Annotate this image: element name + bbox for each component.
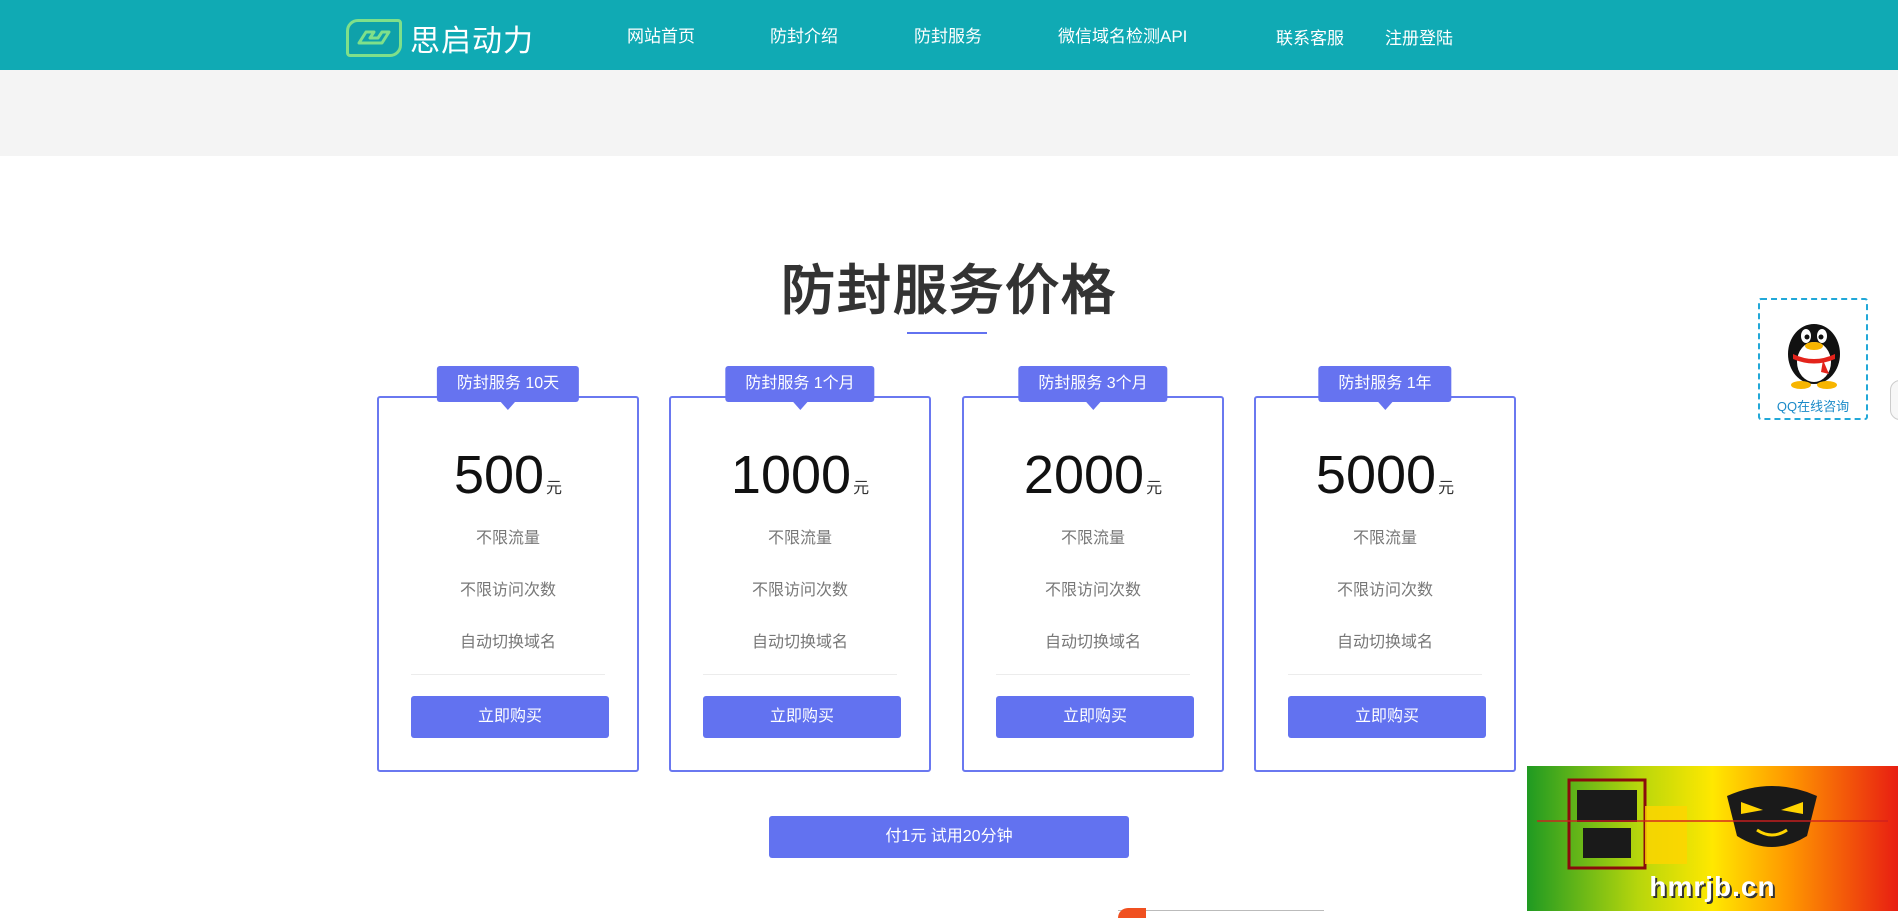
pricing-card-1-month: 防封服务 1个月 1000 元 不限流量 不限访问次数 自动切换域名 立即购买 [669, 366, 931, 772]
feature-unlimited-traffic: 不限流量 [767, 530, 832, 547]
card-divider [411, 674, 605, 675]
feature-unlimited-visits: 不限访问次数 [1336, 582, 1433, 599]
qq-penguin-icon [1788, 324, 1840, 389]
card-divider [703, 674, 897, 675]
buy-now-button[interactable]: 立即购买 [1288, 696, 1486, 738]
feature-unlimited-traffic: 不限流量 [1060, 530, 1125, 547]
feature-unlimited-traffic: 不限流量 [1352, 530, 1417, 547]
price-unit: 元 [546, 480, 563, 497]
price-row: 2000 元 [964, 444, 1222, 506]
qq-consult-widget[interactable]: QQ在线咨询 [1758, 298, 1868, 420]
feature-unlimited-traffic: 不限流量 [475, 530, 540, 547]
price-unit: 元 [1438, 480, 1455, 497]
top-navigation-bar: 思启动力 网站首页 防封介绍 防封服务 微信域名检测API 联系客服 注册登陆 [0, 0, 1898, 70]
price-row: 1000 元 [671, 444, 929, 506]
nav-contact-support[interactable]: 联系客服 [1276, 24, 1344, 49]
price-row: 500 元 [379, 444, 637, 506]
feature-unlimited-visits: 不限访问次数 [751, 582, 848, 599]
qq-consult-label: QQ在线咨询 [1776, 399, 1850, 414]
plan-price: 1000 [730, 445, 852, 505]
logo-text: 思启动力 [410, 25, 534, 58]
buy-now-button[interactable]: 立即购买 [703, 696, 901, 738]
feature-unlimited-visits: 不限访问次数 [1044, 582, 1141, 599]
watermark-text: hmrjb.cn [1649, 871, 1776, 902]
nav-intro[interactable]: 防封介绍 [770, 22, 838, 47]
price-unit: 元 [1146, 480, 1163, 497]
banner-band [0, 70, 1898, 156]
plan-price: 500 [453, 445, 545, 505]
plan-tag: 防封服务 1个月 [725, 366, 875, 410]
nav-register-login[interactable]: 注册登陆 [1385, 24, 1453, 49]
bottom-partial-element [1118, 910, 1324, 918]
pricing-card-1-year: 防封服务 1年 5000 元 不限流量 不限访问次数 自动切换域名 立即购买 [1254, 366, 1516, 772]
buy-now-button[interactable]: 立即购买 [996, 696, 1194, 738]
pricing-card-3-months: 防封服务 3个月 2000 元 不限流量 不限访问次数 自动切换域名 立即购买 [962, 366, 1224, 772]
plan-tag: 防封服务 1年 [1318, 366, 1452, 410]
price-unit: 元 [853, 480, 870, 497]
watermark-badge: hmrjb.cn [1527, 766, 1898, 911]
plan-tag: 防封服务 3个月 [1018, 366, 1168, 410]
card-divider [1288, 674, 1482, 675]
section-title: 防封服务价格 [781, 261, 1117, 321]
feature-unlimited-visits: 不限访问次数 [459, 582, 556, 599]
feature-auto-domain-switch: 自动切换域名 [1044, 634, 1141, 651]
title-underline [907, 332, 987, 334]
plan-price: 2000 [1023, 445, 1145, 505]
side-scroll-handle[interactable] [1890, 380, 1898, 420]
watermark-line [1537, 820, 1888, 822]
plan-price: 5000 [1315, 445, 1437, 505]
site-logo[interactable]: 思启动力 [346, 16, 534, 60]
feature-auto-domain-switch: 自动切换域名 [459, 634, 556, 651]
nav-home[interactable]: 网站首页 [627, 22, 695, 47]
logo-mark-icon [346, 19, 402, 57]
pricing-card-10-days: 防封服务 10天 500 元 不限流量 不限访问次数 自动切换域名 立即购买 [377, 366, 639, 772]
bottom-arrow-icon [1118, 908, 1146, 918]
logo-glyph-icon [357, 30, 391, 45]
plan-tag: 防封服务 10天 [436, 366, 580, 410]
price-row: 5000 元 [1256, 444, 1514, 506]
nav-domain-check-api[interactable]: 微信域名检测API [1058, 22, 1187, 47]
feature-auto-domain-switch: 自动切换域名 [1336, 634, 1433, 651]
nav-service[interactable]: 防封服务 [914, 22, 982, 47]
trial-button[interactable]: 付1元 试用20分钟 [769, 816, 1129, 858]
card-divider [996, 674, 1190, 675]
feature-auto-domain-switch: 自动切换域名 [751, 634, 848, 651]
buy-now-button[interactable]: 立即购买 [411, 696, 609, 738]
